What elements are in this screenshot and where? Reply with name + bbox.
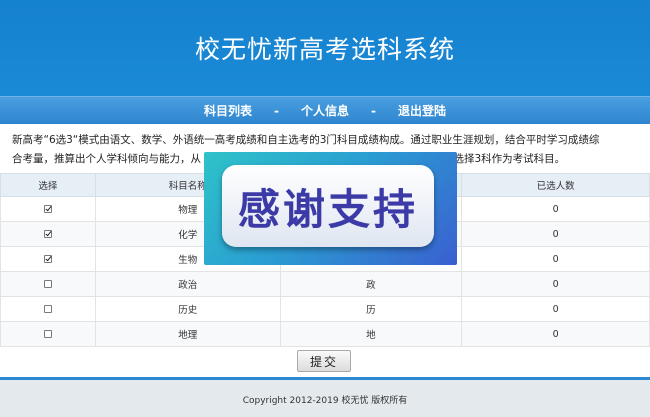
select-cell	[0, 221, 96, 247]
selected-count: 0	[461, 246, 650, 272]
subject-name: 历史	[94, 296, 281, 322]
nav-separator: -	[274, 103, 279, 118]
subject-checkbox[interactable]	[43, 330, 52, 338]
selected-count: 0	[461, 221, 650, 247]
subject-name: 政治	[94, 271, 281, 297]
select-cell	[0, 246, 96, 272]
nav-personal-info[interactable]: 个人信息	[301, 102, 349, 119]
submit-button[interactable]: 提交	[297, 350, 351, 372]
thanks-banner: 感谢支持	[222, 165, 434, 247]
intro-line-2-tail: 主选择3科作为考试科目。	[443, 153, 566, 165]
thanks-text: 感谢支持	[237, 184, 418, 234]
select-cell	[0, 296, 96, 322]
select-cell	[0, 321, 96, 347]
subject-checkbox[interactable]	[43, 205, 52, 213]
table-row: 政治 政 0	[0, 271, 650, 297]
subject-code: 地	[279, 321, 463, 347]
intro-line-2-head: 合考量，推算出个人学科倾向与能力，从	[12, 153, 201, 165]
select-cell	[0, 271, 96, 297]
selected-count: 0	[461, 271, 650, 297]
header-selected-count: 已选人数	[461, 173, 650, 197]
footer: Copyright 2012-2019 校无忧 版权所有	[0, 377, 650, 417]
subject-checkbox[interactable]	[43, 255, 52, 263]
nav-subject-list[interactable]: 科目列表	[204, 102, 252, 119]
app-title: 校无忧新高考选科系统	[194, 35, 455, 64]
intro-line-1: 新高考“6选3“模式由语文、数学、外语统一高考成绩和自主选考的3门科目成绩构成。…	[12, 134, 600, 146]
subject-checkbox[interactable]	[43, 230, 52, 238]
selected-count: 0	[461, 321, 650, 347]
nav-bar: 科目列表 - 个人信息 - 退出登陆	[0, 96, 650, 124]
select-cell	[0, 196, 96, 222]
table-row: 地理 地 0	[0, 321, 650, 347]
subject-checkbox[interactable]	[43, 305, 52, 313]
header-select: 选择	[0, 173, 96, 197]
nav-separator: -	[371, 103, 376, 118]
selected-count: 0	[461, 196, 650, 222]
subject-code: 历	[279, 296, 463, 322]
subject-checkbox[interactable]	[43, 280, 52, 288]
nav-logout[interactable]: 退出登陆	[398, 102, 446, 119]
table-row: 历史 历 0	[0, 296, 650, 322]
selected-count: 0	[461, 296, 650, 322]
subject-code: 政	[279, 271, 463, 297]
subject-name: 地理	[94, 321, 281, 347]
header: 校无忧新高考选科系统	[0, 0, 650, 96]
thanks-overlay-image: 感谢支持	[204, 152, 457, 265]
copyright-text: Copyright 2012-2019 校无忧 版权所有	[242, 396, 408, 406]
